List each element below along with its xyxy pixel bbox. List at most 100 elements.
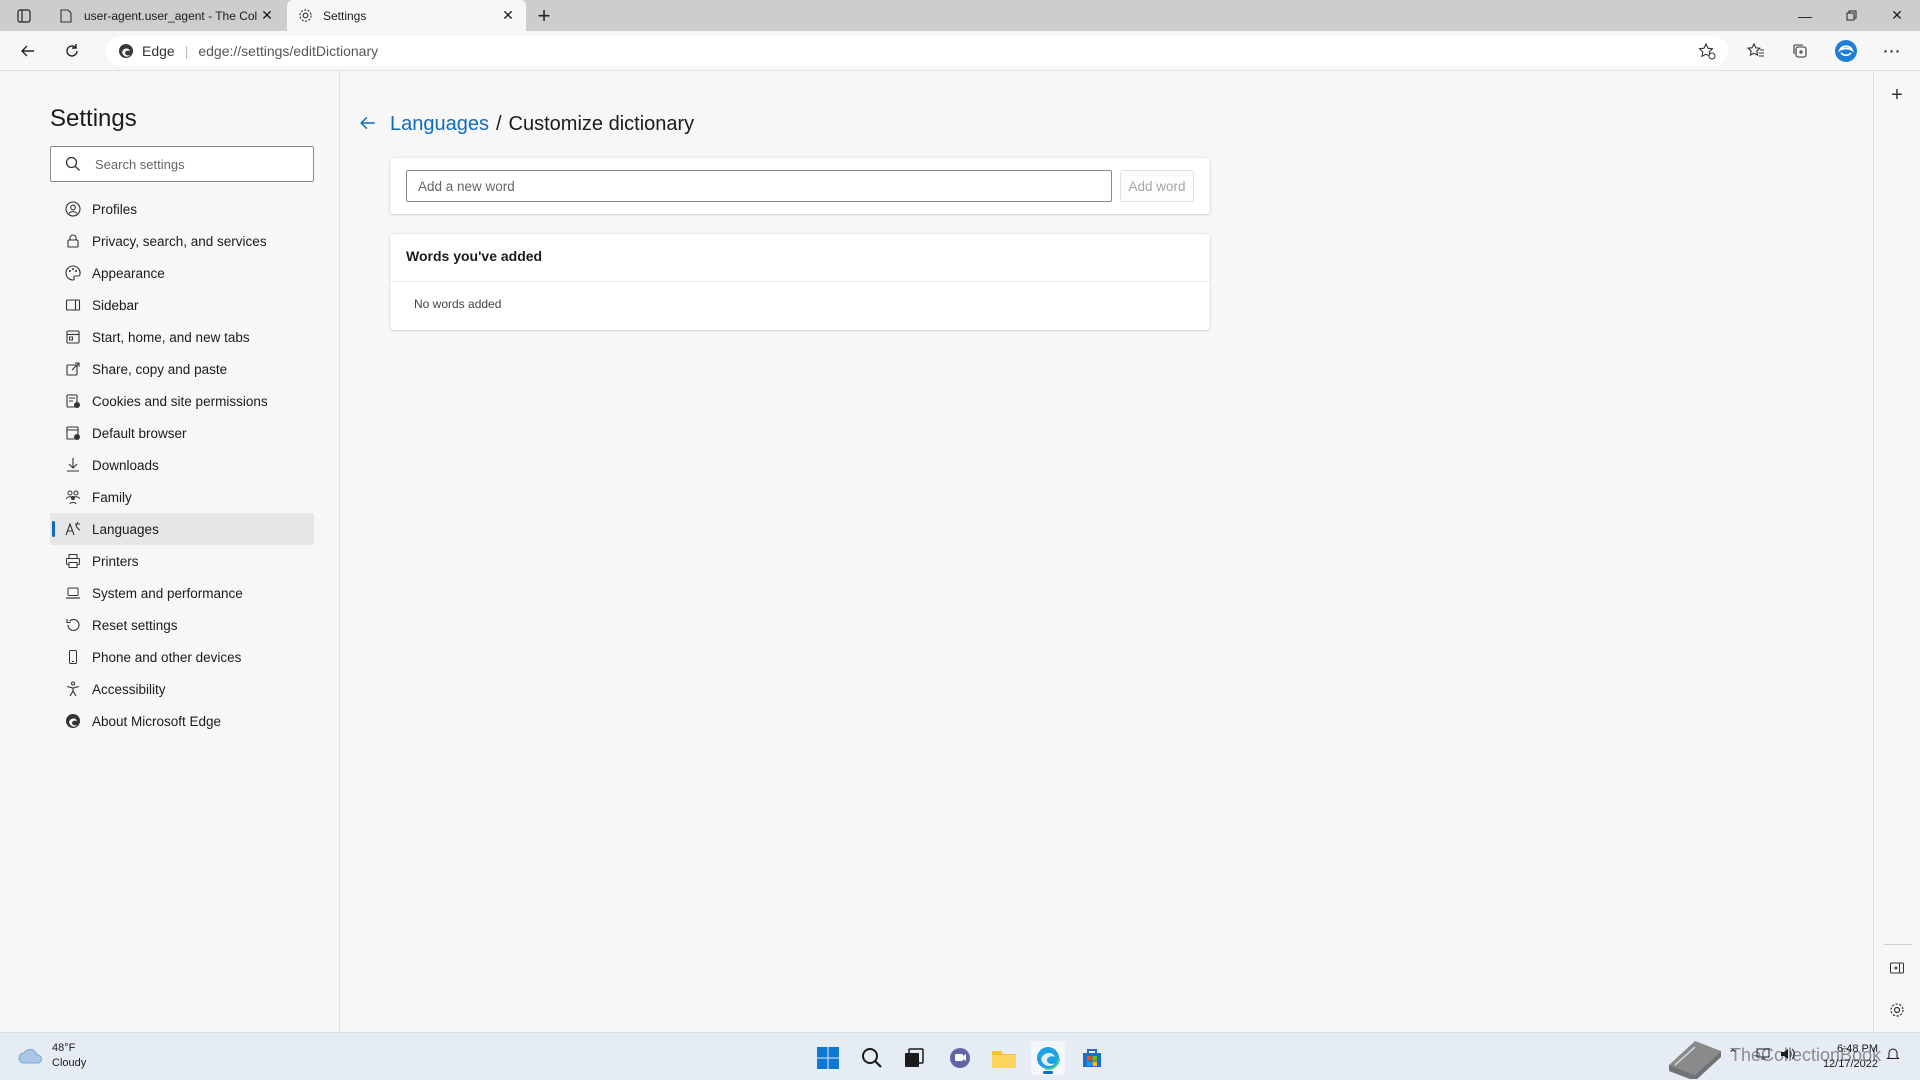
sidebar-item-privacy[interactable]: Privacy, search, and services (50, 225, 314, 257)
microsoft-store-button[interactable] (1075, 1041, 1109, 1075)
sidebar-item-system[interactable]: System and performance (50, 577, 314, 609)
taskbar-search-button[interactable] (855, 1041, 889, 1075)
sidebar-icon (64, 296, 82, 314)
sidebar-item-languages[interactable]: Languages (50, 513, 314, 545)
collections-icon (1793, 44, 1807, 58)
system-clock[interactable]: 6:48 PM 12/17/2022 (1810, 1042, 1878, 1072)
plus-icon: + (1891, 83, 1903, 106)
notifications-icon[interactable] (1886, 1047, 1900, 1064)
teams-chat-button[interactable] (943, 1041, 977, 1075)
tab-title: user-agent.user_agent - The Coll (84, 8, 257, 23)
tab-actions-icon (17, 9, 31, 23)
tab-user-agent[interactable]: user-agent.user_agent - The Coll ✕ (48, 0, 285, 31)
favorites-button[interactable] (1740, 37, 1772, 65)
sidebar-item-downloads[interactable]: Downloads (50, 449, 314, 481)
add-word-card: Add a new word Add word (390, 158, 1210, 214)
edge-icon (64, 712, 82, 730)
file-explorer-button[interactable] (987, 1041, 1021, 1075)
tray-chevron-icon[interactable]: ⌃ (1728, 1047, 1738, 1061)
tab-settings[interactable]: Settings ✕ (287, 0, 526, 31)
hide-sidebar-button[interactable] (1884, 955, 1910, 981)
breadcrumb: Languages / Customize dictionary (390, 111, 694, 137)
sidebar-item-label: Start, home, and new tabs (92, 329, 250, 345)
edge-taskbar-button[interactable] (1031, 1041, 1065, 1075)
add-word-button[interactable]: Add word (1120, 170, 1194, 202)
sidebar-item-printers[interactable]: Printers (50, 545, 314, 577)
tab-actions-button[interactable] (8, 4, 40, 28)
sidebar-item-phone-devices[interactable]: Phone and other devices (50, 641, 314, 673)
divider (1884, 944, 1912, 945)
restore-icon (1846, 10, 1856, 21)
sidebar-item-label: Downloads (92, 457, 159, 473)
back-button[interactable] (12, 37, 44, 65)
close-icon[interactable]: ✕ (498, 6, 518, 26)
minimize-button[interactable]: — (1782, 0, 1828, 31)
restore-button[interactable] (1828, 0, 1874, 31)
sidebar-item-reset[interactable]: Reset settings (50, 609, 314, 641)
breadcrumb-languages-link[interactable]: Languages (390, 113, 489, 136)
task-view-button[interactable] (897, 1041, 931, 1075)
sidebar-item-share-copy[interactable]: Share, copy and paste (50, 353, 314, 385)
address-bar[interactable]: Edge | edge://settings/editDictionary (106, 36, 1728, 66)
task-view-icon (905, 1048, 924, 1067)
address-separator: | (184, 43, 189, 59)
close-window-button[interactable]: ✕ (1874, 0, 1920, 31)
sidebar-item-label: Privacy, search, and services (92, 233, 267, 249)
phone-icon (64, 648, 82, 666)
sidebar-item-appearance[interactable]: Appearance (50, 257, 314, 289)
words-added-card: Words you've added No words added (390, 234, 1210, 330)
network-icon[interactable] (1756, 1047, 1772, 1064)
divider (390, 281, 1210, 282)
download-icon (64, 456, 82, 474)
new-tab-button[interactable]: + (530, 3, 558, 28)
laptop-icon (64, 584, 82, 602)
back-arrow-icon (360, 116, 375, 130)
windows-taskbar: 48°F Cloudy TheCollectionBook ⌃ 6:48 PM … (0, 1032, 1920, 1080)
profile-avatar-icon (1835, 40, 1857, 62)
sidebar-item-label: Reset settings (92, 617, 178, 633)
printer-icon (64, 552, 82, 570)
sidebar-item-label: Share, copy and paste (92, 361, 228, 377)
sidebar-item-about[interactable]: About Microsoft Edge (50, 705, 314, 737)
edge-icon (119, 44, 133, 58)
add-favorite-icon[interactable] (1698, 42, 1716, 60)
sidebar-settings-button[interactable] (1884, 997, 1910, 1023)
back-to-languages-button[interactable] (356, 111, 380, 135)
reset-icon (64, 616, 82, 634)
sidebar-item-accessibility[interactable]: Accessibility (50, 673, 314, 705)
sidebar-item-sidebar[interactable]: Sidebar (50, 289, 314, 321)
start-button[interactable] (811, 1041, 845, 1075)
gear-icon (297, 8, 313, 24)
back-arrow-icon (21, 45, 34, 57)
sidebar-item-label: Family (92, 489, 132, 505)
search-settings-input[interactable]: Search settings (50, 146, 314, 182)
sidebar-item-start-home[interactable]: Start, home, and new tabs (50, 321, 314, 353)
clock-date: 12/17/2022 (1822, 1058, 1878, 1070)
weather-text: 48°F Cloudy (52, 1041, 86, 1071)
empty-words-message: No words added (414, 297, 502, 311)
refresh-button[interactable] (56, 37, 88, 65)
tab-strip: user-agent.user_agent - The Coll ✕ Setti… (0, 0, 1920, 31)
sidebar-item-profiles[interactable]: Profiles (50, 193, 314, 225)
collections-button[interactable] (1784, 37, 1816, 65)
sidebar-item-label: Appearance (92, 265, 165, 281)
weather-desc: Cloudy (52, 1057, 87, 1069)
settings-nav-list: Profiles Privacy, search, and services A… (50, 193, 314, 737)
sidebar-item-family[interactable]: Family (50, 481, 314, 513)
sidebar-item-default-browser[interactable]: Default browser (50, 417, 314, 449)
appearance-icon (64, 264, 82, 282)
sidebar-item-label: Printers (92, 553, 139, 569)
add-word-input[interactable]: Add a new word (406, 170, 1112, 202)
sidebar-item-label: Languages (92, 521, 159, 537)
add-sidebar-app-button[interactable]: + (1884, 82, 1910, 108)
close-icon[interactable]: ✕ (257, 6, 277, 26)
sidebar-item-label: Accessibility (92, 681, 166, 697)
profile-button[interactable] (1830, 37, 1862, 65)
sidebar-item-label: Profiles (92, 201, 138, 217)
more-options-button[interactable]: ⋯ (1876, 37, 1908, 65)
windows-icon (817, 1047, 839, 1069)
home-icon (64, 328, 82, 346)
weather-widget[interactable]: 48°F Cloudy (18, 1041, 86, 1071)
volume-icon[interactable] (1780, 1047, 1796, 1064)
sidebar-item-cookies[interactable]: Cookies and site permissions (50, 385, 314, 417)
